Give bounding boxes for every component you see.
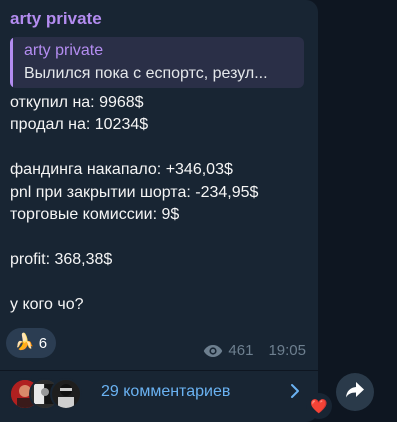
sender-name[interactable]: arty private [10,9,102,29]
heart-emoji: ❤️ [310,398,328,414]
chevron-right-icon [290,383,300,404]
message-text: откупил на: 9968$ продал на: 10234$ фанд… [10,92,310,316]
channel-post: arty private arty private Вылился пока с… [0,0,318,422]
reply-preview[interactable]: arty private Вылился пока с еспортс, рез… [10,37,304,88]
message-line [10,271,310,293]
message-line: торговые комиссии: 9$ [10,205,180,223]
banana-emoji: 🍌 [14,334,35,351]
reaction-count: 6 [38,334,48,352]
message-line: фандинга накапало: +346,03$ [10,161,233,179]
message-line [10,226,310,248]
share-button[interactable] [336,373,374,411]
message-line: у кого чо? [10,295,84,313]
commenter-avatars [9,378,89,410]
view-count: 461 [228,342,254,359]
eye-icon [203,344,223,358]
message-meta: 461 19:05 [203,342,306,359]
message-line: продал на: 10234$ [10,116,149,134]
reply-accent-bar [10,37,13,88]
reply-text: Вылился пока с еспортс, резул... [24,65,268,82]
heart-reaction[interactable]: ❤️ [306,393,332,419]
share-arrow-icon [345,381,365,404]
avatar [50,378,82,410]
comments-count-link[interactable]: 29 комментариев [101,383,230,401]
comments-bar[interactable]: 29 комментариев [0,371,318,414]
message-line: profit: 368,38$ [10,250,113,268]
reaction-chip[interactable]: 🍌 6 [6,328,56,358]
message-time: 19:05 [268,342,306,359]
reply-title: arty private [24,42,104,59]
message-line: pnl при закрытии шорта: -234,95$ [10,183,259,201]
message-line [10,137,310,159]
message-line: откупил на: 9968$ [10,94,144,111]
